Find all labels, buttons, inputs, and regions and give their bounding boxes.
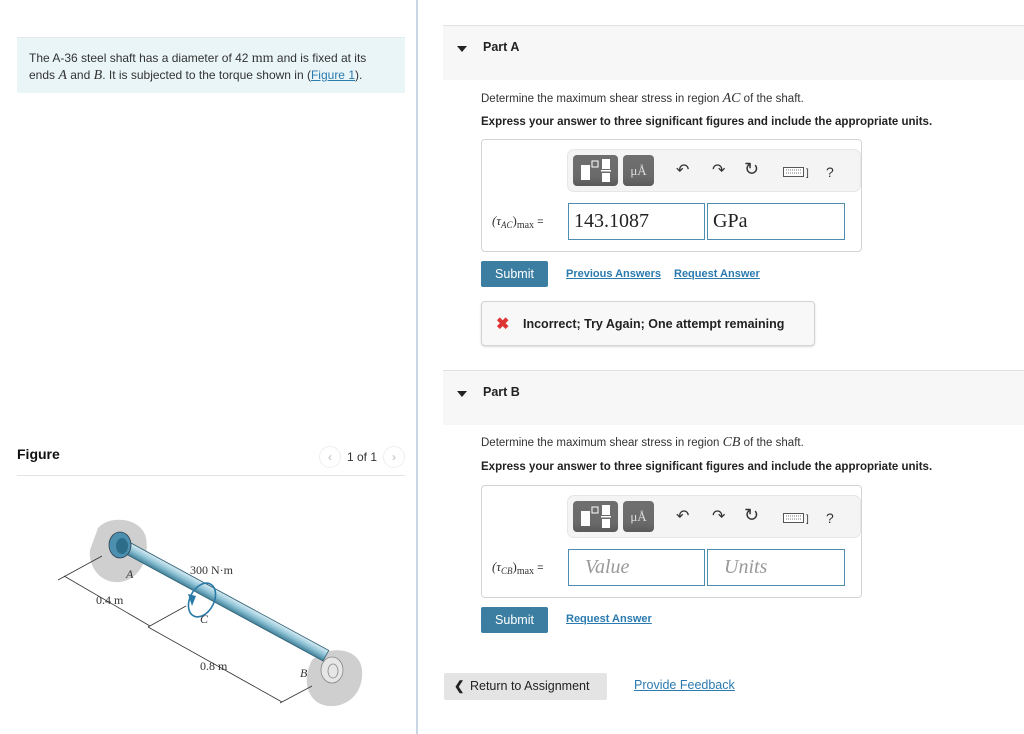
keyboard-icon[interactable]: ]: [783, 164, 813, 184]
flange-b: [320, 656, 344, 684]
incorrect-icon: ✖: [496, 316, 510, 333]
part-a-equation-label: (τAC)max =: [492, 213, 544, 231]
units-icon: μÅ: [630, 163, 647, 178]
parts-panel: Part A Determine the maximum shear stres…: [443, 0, 1024, 734]
shaft: [118, 539, 330, 662]
svg-text:]: ]: [806, 514, 809, 524]
tau-symbol: (τ: [492, 213, 501, 228]
part-a-request-answer-link[interactable]: Request Answer: [674, 268, 760, 280]
return-label: Return to Assignment: [469, 679, 590, 693]
units-button[interactable]: μÅ: [623, 501, 654, 532]
feedback-message: Incorrect; Try Again; One attempt remain…: [523, 317, 785, 331]
part-b-submit-button[interactable]: Submit: [481, 607, 548, 633]
label-dim-ac: 0.4 m: [96, 593, 124, 607]
part-a-submit-button[interactable]: Submit: [481, 261, 548, 287]
tau-subscript: CB: [500, 566, 513, 576]
part-a-feedback: ✖ Incorrect; Try Again; One attempt rema…: [481, 301, 815, 346]
shaft-figure: A B C 300 N·m 0.4 m 0.8 m: [57, 519, 363, 707]
region-label: CB: [722, 435, 741, 450]
templates-icon: [581, 505, 611, 528]
units-button[interactable]: μÅ: [623, 155, 654, 186]
part-b-value-input[interactable]: Value: [568, 549, 705, 586]
problem-text: and: [66, 68, 94, 82]
unit-mm: mm: [251, 51, 274, 66]
figure-link[interactable]: Figure 1: [311, 68, 355, 82]
panel-divider: [416, 0, 418, 734]
units-icon: μÅ: [630, 509, 647, 524]
reset-icon[interactable]: ↻: [744, 505, 759, 525]
problem-text: . It is subjected to the torque shown in…: [102, 68, 311, 82]
part-b-instruction: Express your answer to three significant…: [481, 461, 933, 473]
max-subscript: max: [516, 566, 535, 577]
problem-panel: The A-36 steel shaft has a diameter of 4…: [0, 0, 417, 734]
help-icon[interactable]: ?: [826, 508, 834, 528]
figure-title: Figure: [17, 446, 60, 462]
label-torque: 300 N·m: [190, 563, 234, 577]
var-a: A: [58, 68, 67, 83]
problem-statement: The A-36 steel shaft has a diameter of 4…: [17, 37, 405, 93]
collapse-triangle-icon: [457, 46, 467, 52]
flange-a-hole: [116, 538, 128, 554]
chevron-right-icon: ›: [392, 450, 396, 464]
svg-text:]: ]: [806, 168, 809, 178]
question-text: Determine the maximum shear stress in re…: [481, 437, 723, 449]
previous-answers-link[interactable]: Previous Answers: [566, 268, 661, 280]
undo-icon[interactable]: ↶: [676, 161, 689, 181]
question-text: Determine the maximum shear stress in re…: [481, 93, 723, 105]
problem-text: The A-36 steel shaft has a diameter of 4…: [29, 51, 252, 65]
part-a-units-input[interactable]: GPa: [707, 203, 845, 240]
part-b-units-input[interactable]: Units: [707, 549, 845, 586]
problem-text: ).: [355, 68, 363, 82]
reset-icon[interactable]: ↻: [744, 159, 759, 179]
math-toolbar: μÅ ↶ ↷ ↻ ] ?: [567, 149, 861, 192]
part-b-label: Part B: [483, 385, 520, 399]
figure-header: Figure ‹ 1 of 1 ›: [17, 440, 405, 476]
redo-icon[interactable]: ↷: [712, 507, 725, 527]
tau-symbol: (τ: [492, 559, 501, 574]
part-b-equation-label: (τCB)max =: [492, 559, 544, 577]
chevron-left-icon: ❮: [454, 679, 465, 693]
provide-feedback-link[interactable]: Provide Feedback: [634, 678, 735, 692]
help-icon[interactable]: ?: [826, 162, 834, 182]
label-a: A: [125, 567, 134, 581]
part-a-label: Part A: [483, 40, 520, 54]
question-text: of the shaft.: [740, 93, 804, 105]
prev-figure-button[interactable]: ‹: [318, 446, 341, 468]
part-a-value-input[interactable]: 143.1087: [568, 203, 705, 240]
question-text: of the shaft.: [740, 437, 804, 449]
keyboard-icon[interactable]: ]: [783, 510, 813, 530]
redo-icon[interactable]: ↷: [712, 161, 725, 181]
next-figure-button[interactable]: ›: [383, 446, 405, 468]
part-b-header[interactable]: Part B: [443, 370, 1024, 425]
math-toolbar: μÅ ↶ ↷ ↻ ] ?: [567, 495, 861, 538]
part-b-question: Determine the maximum shear stress in re…: [481, 435, 804, 451]
figure-pager: ‹ 1 of 1 ›: [318, 446, 405, 468]
var-b: B: [93, 68, 103, 83]
collapse-triangle-icon: [457, 391, 467, 397]
undo-icon[interactable]: ↶: [676, 507, 689, 527]
dim-ext-c: [147, 605, 187, 628]
label-dim-cb: 0.8 m: [200, 659, 228, 673]
figure-page-count: 1 of 1: [346, 450, 377, 464]
dim-ext-b: [279, 685, 313, 704]
part-b-answer-box: μÅ ↶ ↷ ↻ ] ? (τCB)max = Value Units: [481, 485, 862, 598]
chevron-left-icon: ‹: [327, 450, 332, 464]
return-to-assignment-button[interactable]: ❮ Return to Assignment: [444, 673, 607, 700]
part-a-header[interactable]: Part A: [443, 25, 1024, 80]
part-a-instruction: Express your answer to three significant…: [481, 116, 933, 128]
part-a-answer-box: μÅ ↶ ↷ ↻ ] ? (τAC)max = 143.1087 GPa: [481, 139, 862, 252]
label-b: B: [300, 666, 308, 680]
part-b-request-answer-link[interactable]: Request Answer: [566, 613, 652, 625]
part-a-question: Determine the maximum shear stress in re…: [481, 91, 804, 107]
equals-sign: =: [534, 562, 544, 574]
max-subscript: max: [516, 220, 535, 231]
templates-icon: [581, 159, 611, 182]
region-label: AC: [722, 91, 741, 106]
templates-button[interactable]: [573, 155, 618, 186]
tau-subscript: AC: [500, 220, 513, 230]
equals-sign: =: [534, 216, 544, 228]
label-c: C: [200, 612, 209, 626]
templates-button[interactable]: [573, 501, 618, 532]
